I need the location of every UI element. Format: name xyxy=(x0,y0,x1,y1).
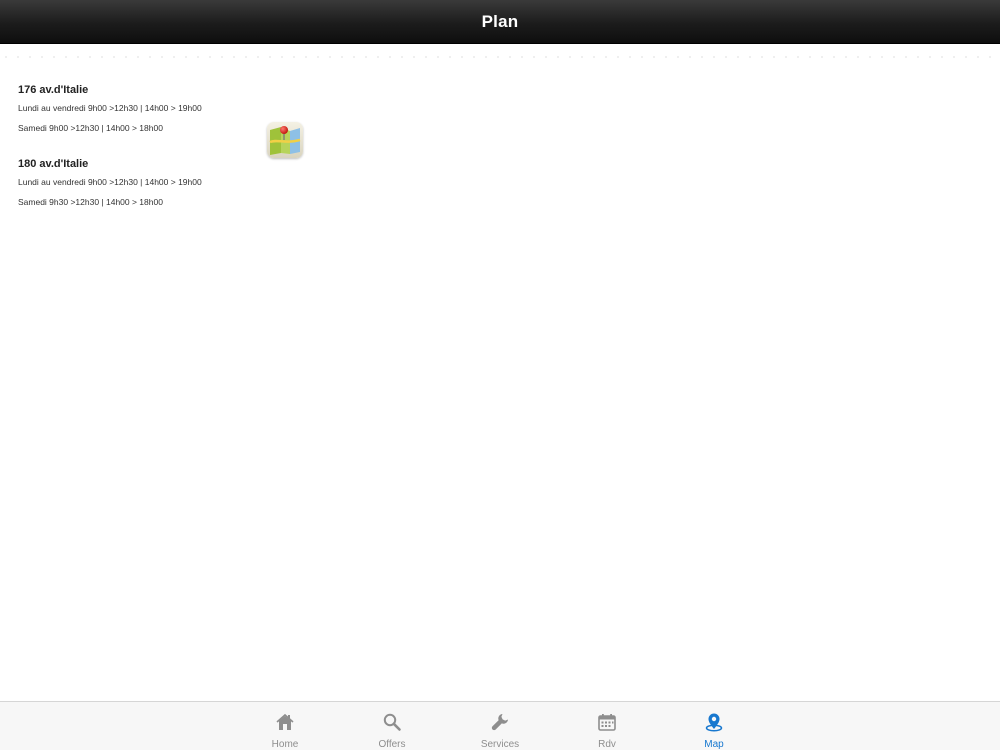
navigation-bar: Plan xyxy=(0,0,1000,44)
tab-bar: Home Offers Services Rdv Map xyxy=(0,701,1000,750)
calendar-icon xyxy=(598,714,616,731)
weekday-hours: Lundi au vendredi 9h00 >12h30 | 14h00 > … xyxy=(18,103,202,113)
tab-offers[interactable]: Offers xyxy=(352,702,432,750)
page-title: Plan xyxy=(481,11,519,31)
location-block: 180 av.d'Italie Lundi au vendredi 9h00 >… xyxy=(18,156,202,208)
tab-home[interactable]: Home xyxy=(245,702,325,750)
saturday-hours: Samedi 9h30 >12h30 | 14h00 > 18h00 xyxy=(18,197,163,207)
location-address: 176 av.d'Italie xyxy=(18,84,89,96)
saturday-hours: Samedi 9h00 >12h30 | 14h00 > 18h00 xyxy=(18,123,163,133)
map-pin-icon xyxy=(705,713,723,732)
tab-label: Rdv xyxy=(598,739,616,750)
open-map-button[interactable] xyxy=(267,122,303,158)
home-icon xyxy=(276,713,294,730)
location-block: 176 av.d'Italie Lundi au vendredi 9h00 >… xyxy=(18,82,202,134)
wrench-icon xyxy=(491,714,508,731)
tab-label: Services xyxy=(480,739,520,750)
maps-app-icon xyxy=(267,122,303,158)
search-icon xyxy=(383,713,401,731)
location-address: 180 av.d'Italie xyxy=(18,158,89,170)
tab-map[interactable]: Map xyxy=(674,702,754,750)
dotted-divider xyxy=(0,56,1000,58)
weekday-hours: Lundi au vendredi 9h00 >12h30 | 14h00 > … xyxy=(18,177,202,187)
tab-label: Map xyxy=(704,739,724,750)
tab-rdv[interactable]: Rdv xyxy=(567,702,647,750)
tab-label: Home xyxy=(271,739,299,750)
tab-services[interactable]: Services xyxy=(460,702,540,750)
tab-label: Offers xyxy=(378,739,406,750)
plan-content: 176 av.d'Italie Lundi au vendredi 9h00 >… xyxy=(0,44,1000,701)
